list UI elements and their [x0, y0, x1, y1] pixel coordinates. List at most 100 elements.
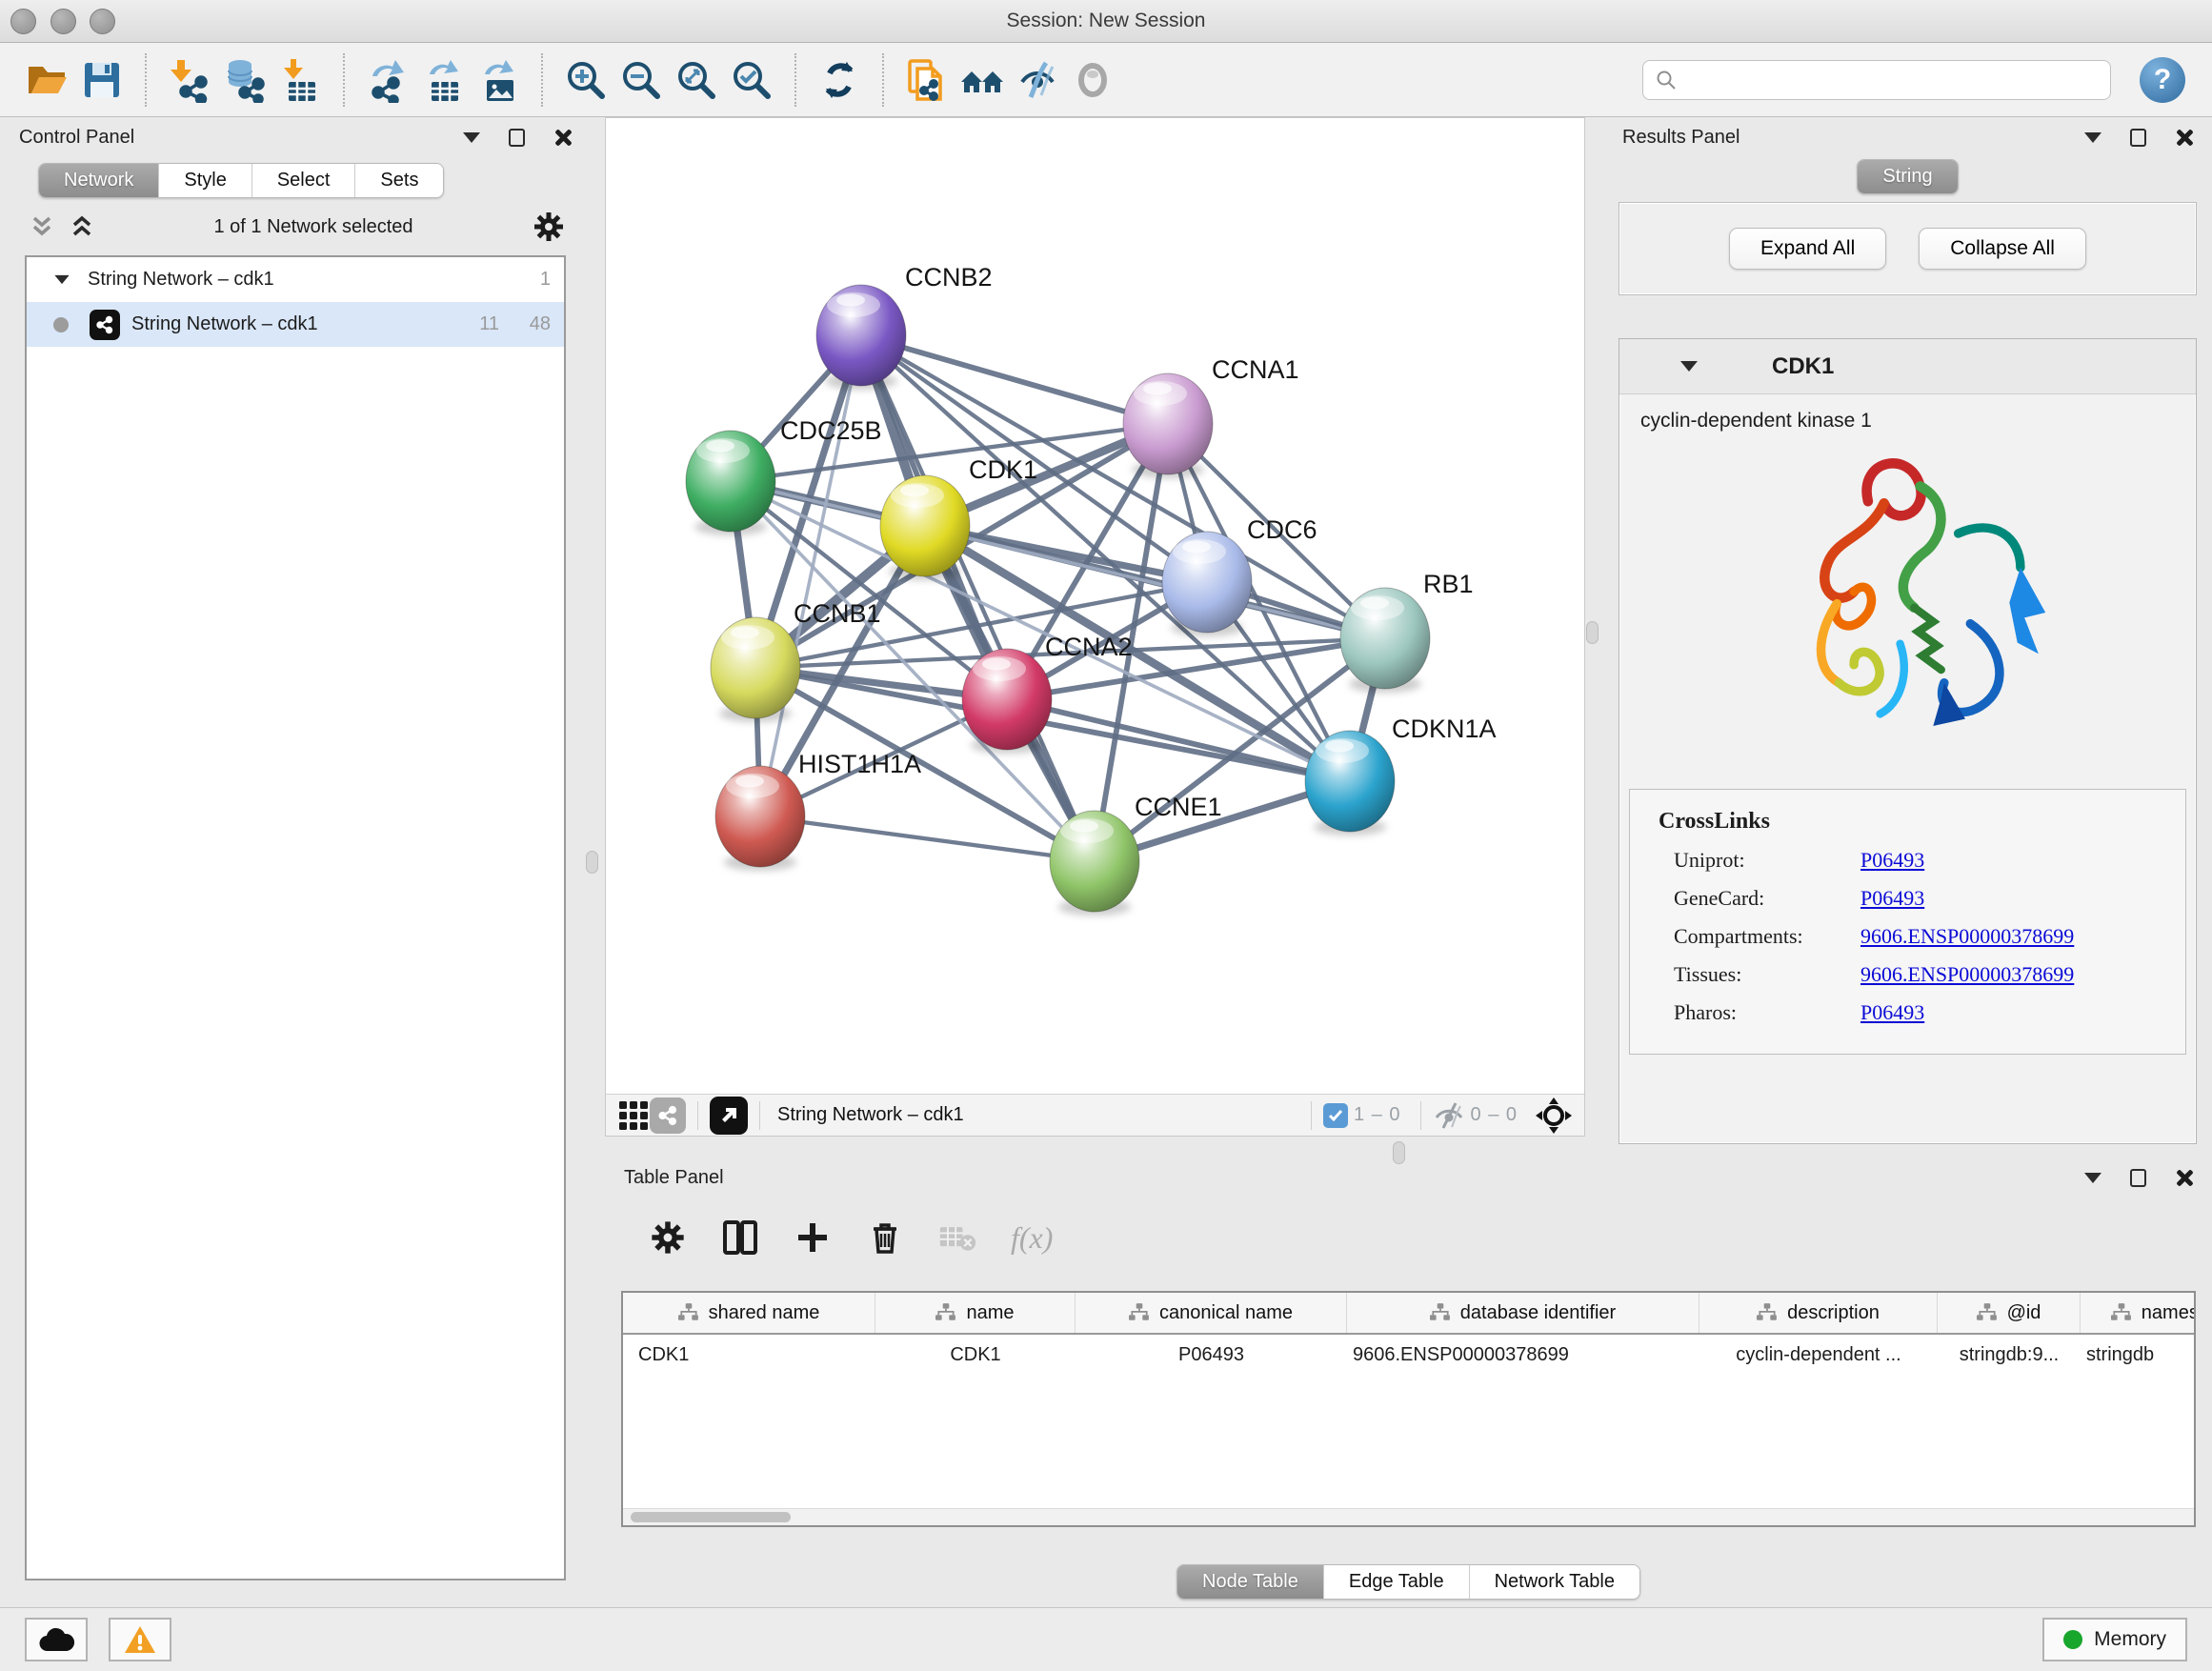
splitter-handle-right[interactable] — [1586, 621, 1599, 644]
open-file-icon[interactable] — [19, 50, 74, 110]
add-column-icon[interactable] — [794, 1218, 832, 1257]
show-columns-icon[interactable] — [721, 1218, 759, 1257]
function-builder-icon[interactable]: f(x) — [1011, 1220, 1053, 1256]
crosslink-link[interactable]: P06493 — [1860, 886, 1924, 911]
column-header-canonical-name[interactable]: canonical name — [1076, 1293, 1347, 1333]
hidden-counts: 0 – 0 — [1471, 1104, 1518, 1126]
show-preview-icon[interactable] — [1065, 50, 1120, 110]
fit-content-crosshair-icon[interactable] — [1535, 1097, 1573, 1135]
float-panel-icon[interactable] — [2130, 1169, 2146, 1187]
crosslink-link[interactable]: P06493 — [1860, 848, 1924, 873]
tab-network[interactable]: Network — [39, 164, 158, 197]
column-header--id[interactable]: @id — [1938, 1293, 2081, 1333]
string-houses-icon[interactable] — [955, 50, 1010, 110]
import-table-file-icon[interactable] — [272, 50, 328, 110]
close-window-button[interactable] — [10, 9, 36, 34]
refresh-network-icon[interactable] — [812, 50, 867, 110]
column-header-name[interactable]: name — [875, 1293, 1076, 1333]
results-entry-header[interactable]: CDK1 — [1619, 339, 2196, 394]
panel-menu-icon[interactable] — [2084, 1173, 2101, 1183]
tab-style[interactable]: Style — [158, 164, 251, 197]
network-graph-canvas[interactable]: CCNB2CCNA1CDC25BCDK1CDC6RB1CCNB1CCNA2CDK… — [606, 118, 1584, 1094]
warnings-button[interactable] — [109, 1618, 171, 1661]
toolbar-separator — [794, 53, 796, 107]
export-image-icon[interactable] — [471, 50, 526, 110]
splitter-handle-left[interactable] — [586, 851, 598, 874]
crosslink-link[interactable]: P06493 — [1860, 1000, 1924, 1025]
collapse-all-button[interactable]: Collapse All — [1919, 228, 2086, 270]
edge-CCNE1-HIST1H1A[interactable] — [760, 816, 1095, 861]
float-panel-icon[interactable] — [509, 129, 525, 147]
delete-column-icon[interactable] — [866, 1218, 904, 1257]
column-header-database-identifier[interactable]: database identifier — [1347, 1293, 1699, 1333]
network-tree-root[interactable]: String Network – cdk1 1 — [27, 257, 564, 302]
panel-menu-icon[interactable] — [2084, 132, 2101, 143]
expand-all-button[interactable]: Expand All — [1729, 228, 1886, 270]
search-box[interactable] — [1642, 60, 2111, 100]
table-panel: Table Panel f(x) shared namenamecanonica… — [605, 1158, 2212, 1607]
search-input[interactable] — [1678, 70, 2099, 91]
splitter-handle-bottom[interactable] — [1393, 1141, 1405, 1164]
node-label-CCNB1: CCNB1 — [794, 599, 881, 628]
import-network-database-icon[interactable] — [217, 50, 272, 110]
control-panel-title: Control Panel — [19, 127, 134, 149]
float-panel-icon[interactable] — [2130, 129, 2146, 147]
close-panel-icon[interactable] — [2175, 129, 2193, 147]
scrollbar-thumb[interactable] — [631, 1512, 791, 1522]
export-table-icon[interactable] — [415, 50, 471, 110]
selected-checkbox-icon[interactable] — [1323, 1103, 1348, 1128]
entry-expand-icon[interactable] — [1680, 361, 1698, 372]
table-cell: stringdb — [2081, 1344, 2196, 1366]
crosslink-link[interactable]: 9606.ENSP00000378699 — [1860, 924, 2074, 949]
expand-all-icon[interactable] — [69, 214, 95, 239]
network-view[interactable]: CCNB2CCNA1CDC25BCDK1CDC6RB1CCNB1CCNA2CDK… — [605, 117, 1585, 1137]
memory-button[interactable]: Memory — [2042, 1618, 2187, 1661]
tab-network-table[interactable]: Network Table — [1469, 1565, 1639, 1599]
collapse-all-icon[interactable] — [29, 214, 55, 239]
tree-expand-icon[interactable] — [54, 275, 69, 284]
close-panel-icon[interactable] — [2175, 1169, 2193, 1187]
minimize-window-button[interactable] — [50, 9, 76, 34]
network-view-icon[interactable] — [650, 1097, 686, 1134]
column-header-shared-name[interactable]: shared name — [623, 1293, 875, 1333]
table-row[interactable]: CDK1CDK1P064939606.ENSP00000378699cyclin… — [623, 1335, 2194, 1375]
edge-CCNB2-HIST1H1A[interactable] — [760, 335, 861, 816]
import-network-file-icon[interactable] — [162, 50, 217, 110]
tab-edge-table[interactable]: Edge Table — [1323, 1565, 1469, 1599]
node-label-CCNA1: CCNA1 — [1212, 355, 1299, 384]
export-network-icon[interactable] — [360, 50, 415, 110]
horizontal-scrollbar[interactable] — [623, 1508, 2194, 1525]
hidden-eye-icon[interactable] — [1433, 1101, 1465, 1130]
gear-icon[interactable] — [532, 210, 566, 244]
birds-eye-view-icon[interactable] — [710, 1097, 748, 1135]
zoom-out-icon[interactable] — [613, 50, 669, 110]
node-label-CCNB2: CCNB2 — [905, 263, 993, 292]
tab-sets[interactable]: Sets — [354, 164, 443, 197]
zoom-window-button[interactable] — [90, 9, 115, 34]
tab-select[interactable]: Select — [251, 164, 355, 197]
close-panel-icon[interactable] — [553, 129, 572, 147]
grid-view-icon[interactable] — [617, 1099, 650, 1132]
node-table[interactable]: shared namenamecanonical namedatabase id… — [621, 1291, 2196, 1527]
duplicate-network-icon[interactable] — [899, 50, 955, 110]
zoom-in-icon[interactable] — [558, 50, 613, 110]
zoom-selected-icon[interactable] — [724, 50, 779, 110]
tab-node-table[interactable]: Node Table — [1177, 1565, 1323, 1599]
crosslink-link[interactable]: 9606.ENSP00000378699 — [1860, 962, 2074, 987]
hide-visibility-icon[interactable] — [1010, 50, 1065, 110]
help-button[interactable]: ? — [2140, 57, 2185, 103]
tab-string[interactable]: String — [1858, 160, 1957, 193]
column-header-description[interactable]: description — [1699, 1293, 1938, 1333]
save-session-icon[interactable] — [74, 50, 130, 110]
cloud-services-button[interactable] — [25, 1618, 88, 1661]
table-tabs: Node TableEdge TableNetwork Table — [1176, 1564, 1640, 1600]
panel-menu-icon[interactable] — [463, 132, 480, 143]
network-collection-label: String Network – cdk1 — [88, 269, 274, 291]
edge-CCNB2-CCNE1[interactable] — [861, 335, 1095, 861]
delete-table-icon[interactable] — [938, 1218, 976, 1257]
table-settings-gear-icon[interactable] — [649, 1218, 687, 1257]
network-tree-item[interactable]: String Network – cdk1 11 48 — [27, 302, 564, 347]
zoom-fit-icon[interactable] — [669, 50, 724, 110]
window-title: Session: New Session — [0, 10, 2212, 32]
column-header-namespace[interactable]: namespace — [2081, 1293, 2196, 1333]
